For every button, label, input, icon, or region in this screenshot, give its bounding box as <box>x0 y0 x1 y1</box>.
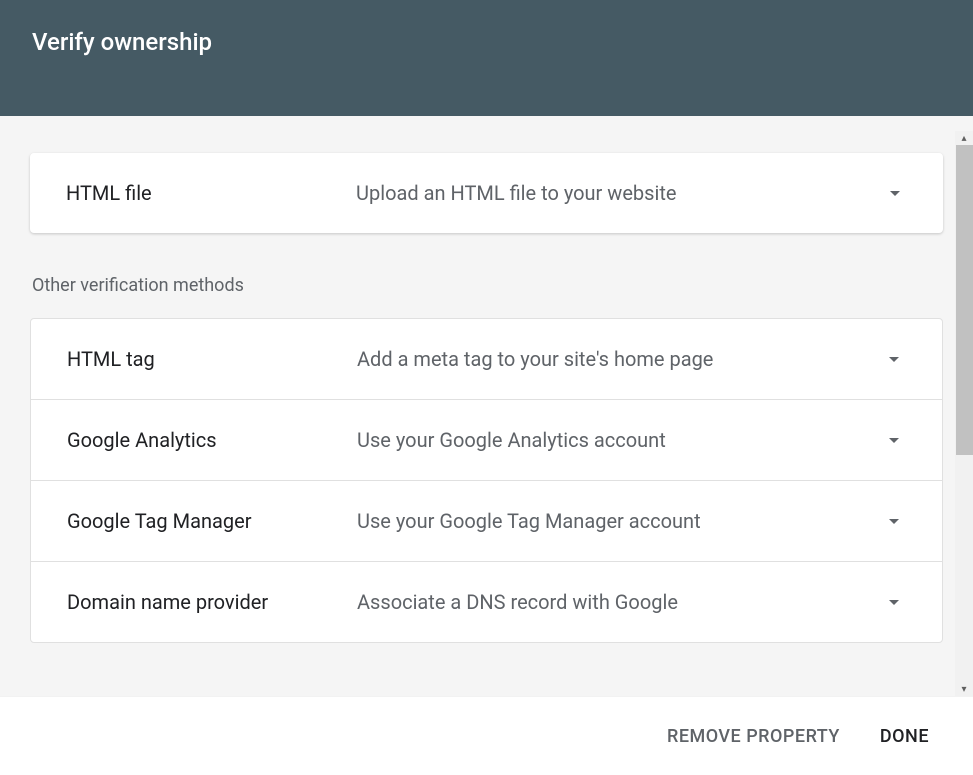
scrollbar[interactable]: ▴ ▾ <box>955 131 973 696</box>
dialog-header: Verify ownership <box>0 0 973 116</box>
method-title: Google Analytics <box>67 428 357 452</box>
other-methods-card: HTML tag Add a meta tag to your site's h… <box>30 318 943 643</box>
method-html-tag[interactable]: HTML tag Add a meta tag to your site's h… <box>31 319 942 400</box>
method-description: Use your Google Tag Manager account <box>357 509 882 533</box>
method-description: Use your Google Analytics account <box>357 428 882 452</box>
expand-more-icon <box>882 590 906 614</box>
method-title: HTML file <box>66 181 356 205</box>
scroll-down-arrow-icon[interactable]: ▾ <box>955 682 973 696</box>
method-domain-name-provider[interactable]: Domain name provider Associate a DNS rec… <box>31 562 942 642</box>
remove-property-button[interactable]: REMOVE PROPERTY <box>667 726 840 747</box>
done-button[interactable]: DONE <box>880 726 929 747</box>
content-scroll-area[interactable]: HTML file Upload an HTML file to your we… <box>0 131 973 696</box>
primary-method-card: HTML file Upload an HTML file to your we… <box>30 153 943 233</box>
expand-more-icon <box>882 509 906 533</box>
expand-more-icon <box>883 181 907 205</box>
method-google-analytics[interactable]: Google Analytics Use your Google Analyti… <box>31 400 942 481</box>
method-title: Domain name provider <box>67 590 357 614</box>
expand-more-icon <box>882 347 906 371</box>
dialog-title: Verify ownership <box>32 28 941 56</box>
scrollbar-thumb[interactable] <box>956 145 973 455</box>
method-google-tag-manager[interactable]: Google Tag Manager Use your Google Tag M… <box>31 481 942 562</box>
method-title: Google Tag Manager <box>67 509 357 533</box>
method-description: Upload an HTML file to your website <box>356 181 883 205</box>
dialog-footer: REMOVE PROPERTY DONE <box>0 696 973 775</box>
expand-more-icon <box>882 428 906 452</box>
method-html-file[interactable]: HTML file Upload an HTML file to your we… <box>30 153 943 233</box>
method-description: Associate a DNS record with Google <box>357 590 882 614</box>
method-description: Add a meta tag to your site's home page <box>357 347 882 371</box>
other-methods-label: Other verification methods <box>32 275 943 296</box>
scroll-up-arrow-icon[interactable]: ▴ <box>955 131 973 145</box>
method-title: HTML tag <box>67 347 357 371</box>
